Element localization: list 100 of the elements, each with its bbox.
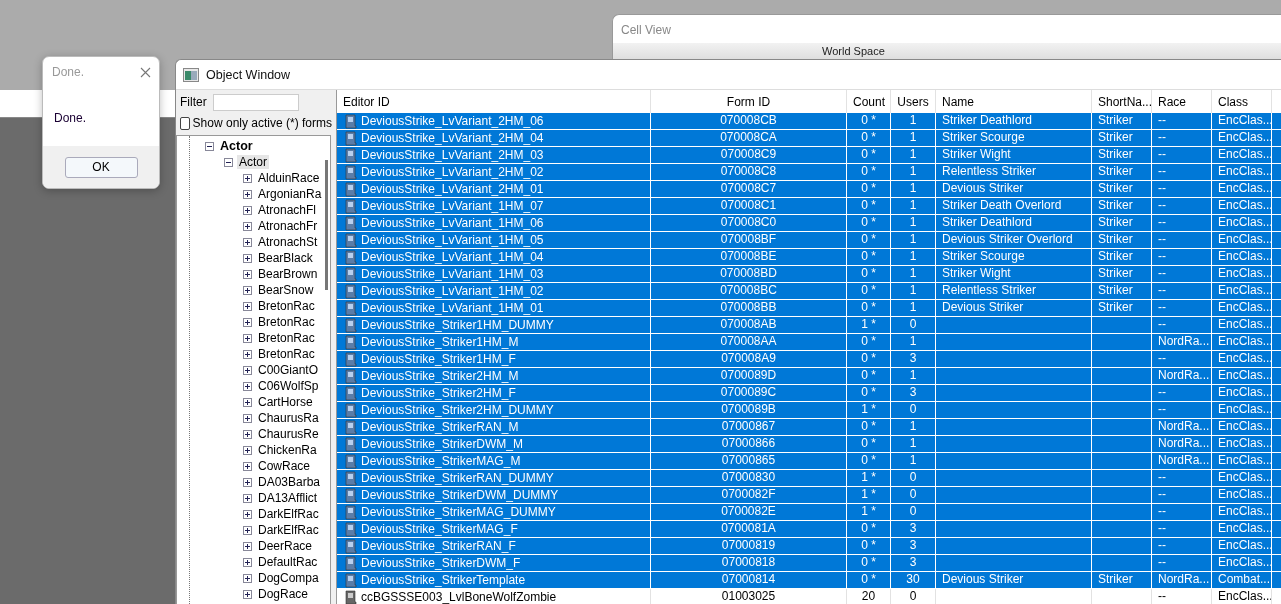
checkbox[interactable]	[180, 116, 190, 130]
tree-item[interactable]: BearBrown	[256, 267, 320, 281]
expand-icon[interactable]	[243, 445, 252, 455]
close-icon[interactable]	[140, 66, 151, 78]
tree-item[interactable]: Actor	[218, 139, 255, 153]
expand-icon[interactable]	[243, 493, 252, 503]
table-row[interactable]: DeviousStrike_LvVariant_1HM_01 070008BB 0 * 1 Devious Striker Striker -- EncClas...	[337, 300, 1281, 317]
table-cell: --	[1158, 300, 1166, 314]
tree-item[interactable]: BretonRac	[256, 331, 317, 345]
table-row[interactable]: DeviousStrike_Striker1HM_M 070008AA 0 * 1 NordRa... EncClas...	[337, 334, 1281, 351]
table-row[interactable]: DeviousStrike_StrikerMAG_F 0700081A 0 * 3 -- EncClas...	[337, 521, 1281, 538]
tree-item[interactable]: AtronachFr	[256, 219, 320, 233]
checkbox-label: Show only active (*) forms	[192, 116, 332, 130]
table-cell: 0 *	[861, 147, 876, 161]
tree-item[interactable]: BretonRac	[256, 299, 317, 313]
ok-button[interactable]: OK	[64, 156, 138, 178]
tree-item[interactable]: DarkElfRac	[256, 523, 321, 537]
table-row[interactable]: DeviousStrike_StrikerMAG_DUMMY 0700082E 1 * 0 -- EncClas...	[337, 504, 1281, 521]
tree-item[interactable]: BearBlack	[256, 251, 315, 265]
collapse-icon[interactable]	[205, 141, 214, 151]
table-row[interactable]: DeviousStrike_StrikerRAN_F 07000819 0 * 3 -- EncClas...	[337, 538, 1281, 555]
tree-item[interactable]: DogRace	[256, 587, 311, 601]
table-row[interactable]: DeviousStrike_Striker1HM_DUMMY 070008AB 1 * 0 -- EncClas...	[337, 317, 1281, 334]
expand-icon[interactable]	[243, 221, 252, 231]
expand-icon[interactable]	[243, 381, 252, 391]
table-row[interactable]: DeviousStrike_LvVariant_1HM_05 070008BF 0 * 1 Devious Striker Overlord Striker -- EncClas...	[337, 232, 1281, 249]
tree-item[interactable]: BretonRac	[256, 347, 317, 361]
table-row[interactable]: DeviousStrike_LvVariant_2HM_04 070008CA 0 * 1 Striker Scourge Striker -- EncClas...	[337, 130, 1281, 147]
tree-item[interactable]: Actor	[237, 155, 269, 169]
table-row[interactable]: DeviousStrike_StrikerRAN_M 07000867 0 * 1 NordRa... EncClas...	[337, 419, 1281, 436]
table-row[interactable]: DeviousStrike_LvVariant_1HM_02 070008BC 0 * 1 Relentless Striker Striker -- EncClas...	[337, 283, 1281, 300]
expand-icon[interactable]	[243, 317, 252, 327]
expand-icon[interactable]	[243, 365, 252, 375]
table-row[interactable]: DeviousStrike_LvVariant_2HM_06 070008CB 0 * 1 Striker Deathlord Striker -- EncClas...	[337, 113, 1281, 130]
tree-item[interactable]: CowRace	[256, 459, 313, 473]
table-row[interactable]: DeviousStrike_StrikerDWM_M 07000866 0 * 1 NordRa... EncClas...	[337, 436, 1281, 453]
table-row[interactable]: DeviousStrike_LvVariant_1HM_04 070008BE 0 * 1 Striker Scourge Striker -- EncClas...	[337, 249, 1281, 266]
expand-icon[interactable]	[243, 253, 252, 263]
tree-item[interactable]: ArgonianRa	[256, 187, 324, 201]
tree-item[interactable]: C06WolfSp	[256, 379, 321, 393]
tree-item[interactable]: DA13Afflict	[256, 491, 320, 505]
tree-item[interactable]: C00GiantO	[256, 363, 321, 377]
expand-icon[interactable]	[243, 189, 252, 199]
expand-icon[interactable]	[243, 589, 252, 599]
expand-icon[interactable]	[243, 285, 252, 295]
expand-icon[interactable]	[243, 477, 252, 487]
table-row[interactable]: DeviousStrike_StrikerDWM_F 07000818 0 * 3 -- EncClas...	[337, 555, 1281, 572]
table-row[interactable]: DeviousStrike_Striker2HM_DUMMY 0700089B 1 * 0 -- EncClas...	[337, 402, 1281, 419]
table-row[interactable]: DeviousStrike_LvVariant_2HM_01 070008C7 0 * 1 Devious Striker Striker -- EncClas...	[337, 181, 1281, 198]
table-row[interactable]: DeviousStrike_StrikerMAG_M 07000865 0 * 1 NordRa... EncClas...	[337, 453, 1281, 470]
table-row[interactable]: DeviousStrike_LvVariant_1HM_07 070008C1 0 * 1 Striker Death Overlord Striker -- EncClas...	[337, 198, 1281, 215]
collapse-icon[interactable]	[224, 157, 233, 167]
tree-item[interactable]: BearSnow	[256, 283, 316, 297]
expand-icon[interactable]	[243, 557, 252, 567]
tree-item[interactable]: BretonRac	[256, 315, 317, 329]
table-row[interactable]: DeviousStrike_LvVariant_2HM_02 070008C8 0 * 1 Relentless Striker Striker -- EncClas...	[337, 164, 1281, 181]
expand-icon[interactable]	[243, 269, 252, 279]
table-row[interactable]: DeviousStrike_LvVariant_2HM_03 070008C9 0 * 1 Striker Wight Striker -- EncClas...	[337, 147, 1281, 164]
table-row[interactable]: DeviousStrike_StrikerTemplate 07000814 0 * 30 Devious Striker Striker NordRa... Combat...	[337, 572, 1281, 589]
expand-icon[interactable]	[243, 349, 252, 359]
expand-icon[interactable]	[243, 541, 252, 551]
tree-item[interactable]: AtronachFl	[256, 203, 319, 217]
expand-icon[interactable]	[243, 333, 252, 343]
expand-icon[interactable]	[243, 509, 252, 519]
filter-field[interactable]	[212, 93, 299, 111]
table-cell: 3	[909, 385, 917, 399]
record-icon	[345, 164, 357, 180]
tree-item[interactable]: AtronachSt	[256, 235, 320, 249]
tree-item[interactable]: ChickenRa	[256, 443, 319, 457]
table-row[interactable]: DeviousStrike_Striker2HM_F 0700089C 0 * 3 -- EncClas...	[337, 385, 1281, 402]
table-row[interactable]: DeviousStrike_Striker2HM_M 0700089D 0 * 1 NordRa... EncClas...	[337, 368, 1281, 385]
tree-item[interactable]: DarkElfRac	[256, 507, 321, 521]
expand-icon[interactable]	[243, 525, 252, 535]
expand-icon[interactable]	[243, 413, 252, 423]
table-row[interactable]: DeviousStrike_StrikerDWM_DUMMY 0700082F 1 * 0 -- EncClas...	[337, 487, 1281, 504]
table-cell: DeviousStrike_LvVariant_1HM_07	[361, 199, 544, 213]
table-row[interactable]: DeviousStrike_StrikerRAN_DUMMY 07000830 1 * 0 -- EncClas...	[337, 470, 1281, 487]
tree-item[interactable]: ChaurusRa	[256, 411, 321, 425]
expand-icon[interactable]	[243, 573, 252, 583]
table-row[interactable]: DeviousStrike_LvVariant_1HM_03 070008BD 0 * 1 Striker Wight Striker -- EncClas...	[337, 266, 1281, 283]
expand-icon[interactable]	[243, 397, 252, 407]
expand-icon[interactable]	[243, 173, 252, 183]
table-row[interactable]: DeviousStrike_Striker1HM_F 070008A9 0 * 3 -- EncClas...	[337, 351, 1281, 368]
tree-item[interactable]: DefaultRac	[256, 555, 320, 569]
expand-icon[interactable]	[243, 429, 252, 439]
expand-icon[interactable]	[243, 205, 252, 215]
tree-item[interactable]: AlduinRace	[256, 171, 322, 185]
tree-item[interactable]: CartHorse	[256, 395, 315, 409]
scrollbar-thumb[interactable]	[325, 160, 328, 290]
tree-item[interactable]: DogCompa	[256, 571, 321, 585]
expand-icon[interactable]	[243, 237, 252, 247]
table-cell: 1	[909, 147, 917, 161]
table-row[interactable]: ccBGSSSE003_LvlBoneWolfZombie 01003025 20 0 -- EncClas...	[337, 589, 1281, 604]
expand-icon[interactable]	[243, 461, 252, 471]
tree-item[interactable]: DA03Barba	[256, 475, 323, 489]
table-row[interactable]: DeviousStrike_LvVariant_1HM_06 070008C0 0 * 1 Striker Deathlord Striker -- EncClas...	[337, 215, 1281, 232]
tree-item[interactable]: ChaurusRe	[256, 427, 321, 441]
expand-icon[interactable]	[243, 301, 252, 311]
tree-item[interactable]: DeerRace	[256, 539, 315, 553]
table-cell: Striker	[1098, 113, 1133, 127]
